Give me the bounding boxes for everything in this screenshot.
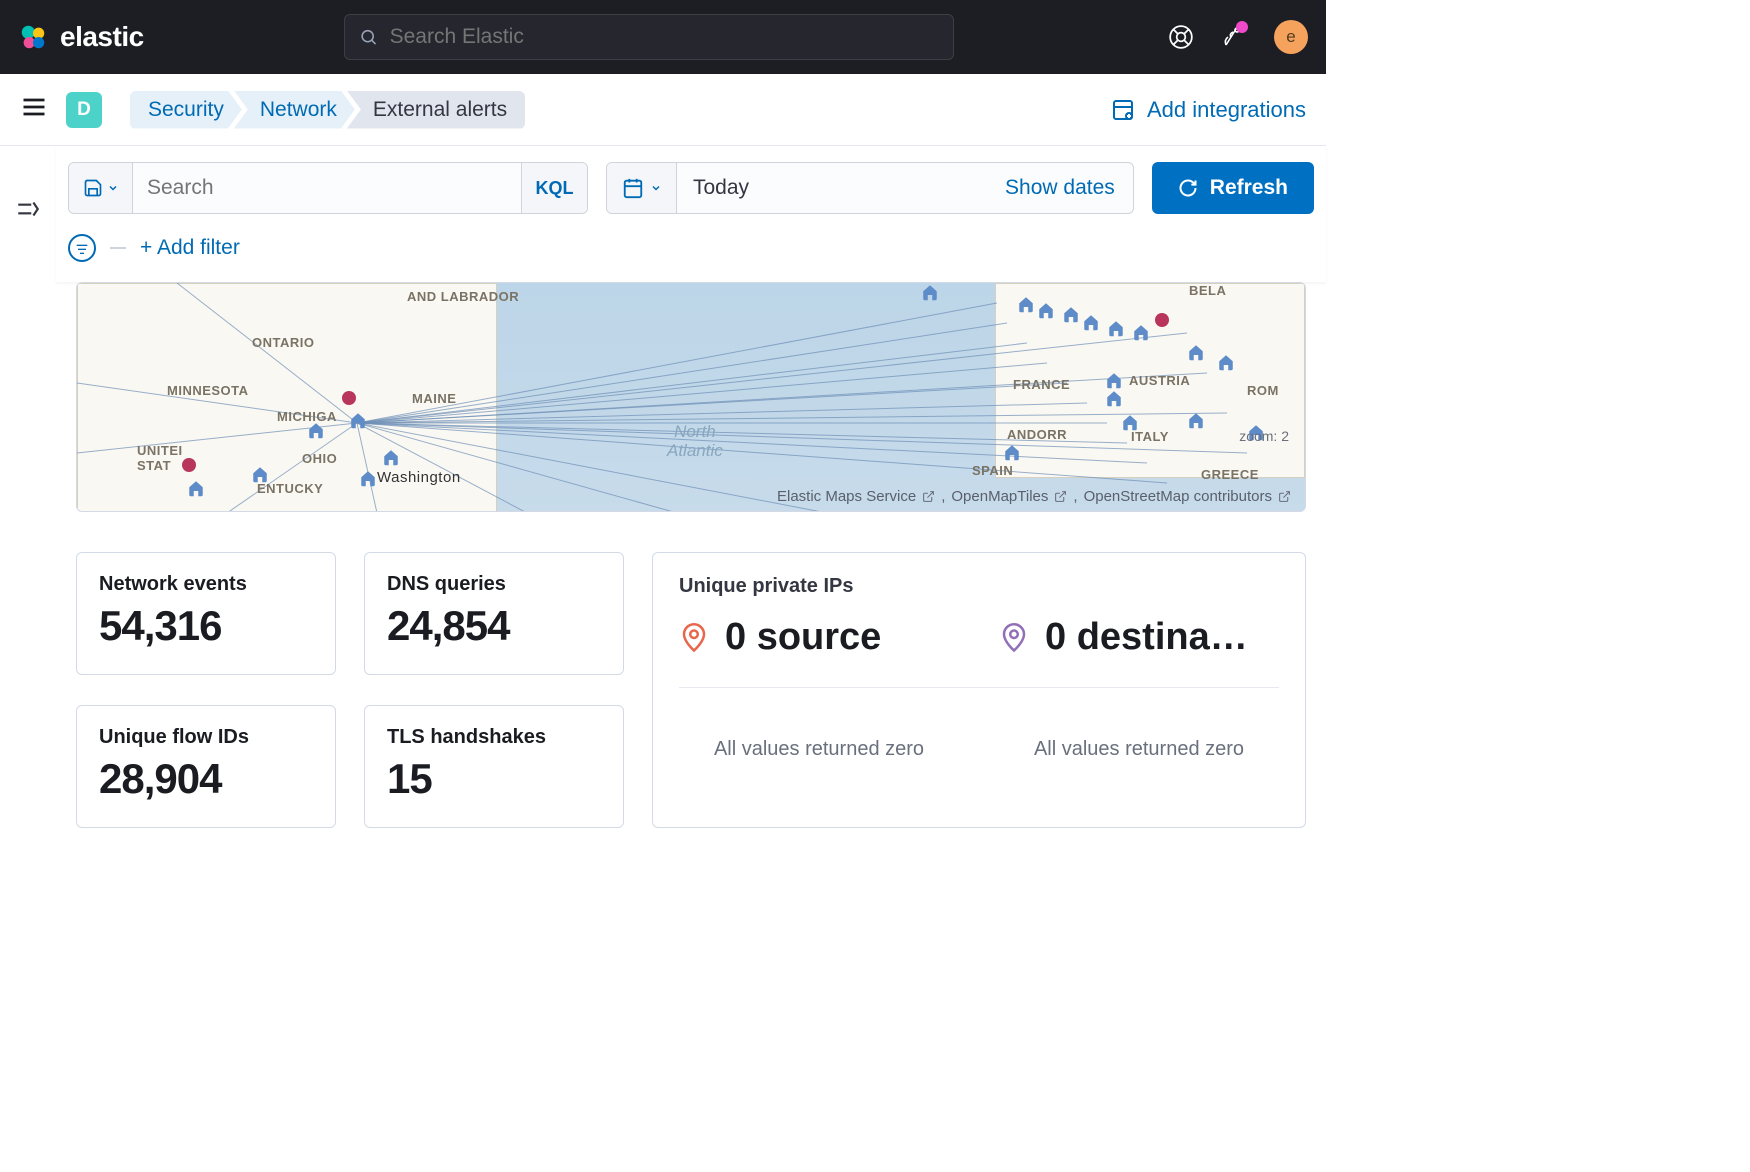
map-marker — [342, 391, 356, 405]
space-selector[interactable]: D — [66, 92, 102, 128]
external-link-icon — [1278, 490, 1291, 503]
home-icon — [1107, 319, 1125, 337]
global-header: elastic e — [0, 0, 1326, 74]
chevron-down-icon — [650, 182, 662, 194]
stat-value: 24,854 — [387, 602, 601, 650]
home-icon — [359, 469, 377, 487]
omt-link[interactable]: OpenMapTiles — [951, 488, 1048, 505]
avatar-letter: e — [1286, 27, 1295, 47]
home-icon — [1037, 301, 1055, 319]
breadcrumb-security[interactable]: Security — [130, 91, 242, 129]
date-quick-select[interactable] — [607, 163, 677, 213]
map-zoom-label: zoom: 2 — [1239, 428, 1289, 444]
pin-icon — [999, 623, 1029, 653]
home-icon — [187, 479, 205, 497]
home-icon — [921, 283, 939, 301]
source-zero-msg: All values returned zero — [679, 738, 959, 761]
date-range-display[interactable]: Today — [677, 163, 987, 213]
stat-network-events: Network events 54,316 — [76, 552, 336, 675]
home-icon — [1105, 371, 1123, 389]
calendar-icon — [622, 177, 644, 199]
home-icon — [1187, 411, 1205, 429]
stat-value: 15 — [387, 755, 601, 803]
help-icon[interactable] — [1168, 24, 1194, 50]
destination-ips: 0 destina… — [999, 616, 1279, 659]
refresh-button[interactable]: Refresh — [1152, 162, 1314, 214]
header-right: e — [1168, 20, 1308, 54]
stat-value: 28,904 — [99, 755, 313, 803]
stat-tls-handshakes: TLS handshakes 15 — [364, 705, 624, 828]
timeline-expand-icon[interactable] — [15, 196, 41, 858]
stat-title: DNS queries — [387, 573, 601, 596]
filter-options-icon[interactable] — [68, 234, 96, 262]
stat-title: Unique flow IDs — [99, 726, 313, 749]
saved-query-button[interactable] — [69, 163, 133, 213]
pin-icon — [679, 623, 709, 653]
map-marker — [1155, 313, 1169, 327]
map-marker — [182, 458, 196, 472]
home-icon — [1105, 389, 1123, 407]
show-dates-link[interactable]: Show dates — [987, 163, 1133, 213]
home-icon — [1003, 443, 1021, 461]
avatar[interactable]: e — [1274, 20, 1308, 54]
network-map[interactable]: AND LABRADOR ONTARIO MINNESOTA MICHIGA M… — [76, 282, 1306, 512]
destination-zero-msg: All values returned zero — [999, 738, 1279, 761]
home-icon — [1187, 343, 1205, 361]
chevron-down-icon — [107, 182, 119, 194]
refresh-icon — [1178, 178, 1198, 198]
ems-link[interactable]: Elastic Maps Service — [777, 488, 916, 505]
stats-panel: Network events 54,316 DNS queries 24,854… — [56, 512, 1326, 828]
global-search-input[interactable] — [390, 25, 939, 49]
stat-title: Network events — [99, 573, 313, 596]
add-integrations-link[interactable]: Add integrations — [1111, 97, 1306, 123]
breadcrumb: Security Network External alerts — [130, 91, 517, 129]
global-search[interactable] — [344, 14, 954, 60]
integrations-icon — [1111, 98, 1135, 122]
home-icon — [1121, 413, 1139, 431]
news-feed-icon[interactable] — [1222, 25, 1246, 49]
query-input-group: KQL — [68, 162, 588, 214]
collapsed-sidebar — [0, 146, 56, 858]
source-ips: 0 source — [679, 616, 959, 659]
breadcrumb-external-alerts: External alerts — [347, 91, 525, 129]
home-icon — [307, 421, 325, 439]
map-attribution: Elastic Maps Service , OpenMapTiles , Op… — [777, 488, 1291, 505]
search-icon — [359, 27, 378, 47]
elastic-wordmark: elastic — [60, 21, 144, 53]
home-icon — [1217, 353, 1235, 371]
home-icon — [1017, 295, 1035, 313]
home-icon — [251, 465, 269, 483]
breadcrumb-network[interactable]: Network — [234, 91, 355, 129]
app-sub-header: D Security Network External alerts Add i… — [0, 74, 1326, 146]
elastic-logo[interactable]: elastic — [18, 21, 144, 53]
elastic-logo-icon — [18, 22, 48, 52]
kql-toggle[interactable]: KQL — [521, 163, 587, 213]
home-icon — [1082, 313, 1100, 331]
external-link-icon — [1054, 490, 1067, 503]
home-icon — [1062, 305, 1080, 323]
card-title: Unique private IPs — [679, 575, 1279, 598]
stat-dns-queries: DNS queries 24,854 — [364, 552, 624, 675]
search-input[interactable] — [133, 163, 521, 213]
date-picker-group: Today Show dates — [606, 162, 1134, 214]
add-filter-button[interactable]: + Add filter — [140, 236, 240, 260]
home-icon — [1132, 323, 1150, 341]
home-icon — [349, 411, 367, 429]
stat-title: TLS handshakes — [387, 726, 601, 749]
external-link-icon — [922, 490, 935, 503]
unique-private-ips-card: Unique private IPs 0 source 0 destina… A… — [652, 552, 1306, 828]
query-bar: KQL Today Show dates Refresh — [56, 146, 1326, 282]
osm-link[interactable]: OpenStreetMap contributors — [1084, 488, 1272, 505]
filter-separator — [110, 247, 126, 249]
stat-value: 54,316 — [99, 602, 313, 650]
stat-unique-flow-ids: Unique flow IDs 28,904 — [76, 705, 336, 828]
nav-toggle-icon[interactable] — [20, 93, 48, 126]
home-icon — [382, 448, 400, 466]
save-icon — [83, 178, 103, 198]
